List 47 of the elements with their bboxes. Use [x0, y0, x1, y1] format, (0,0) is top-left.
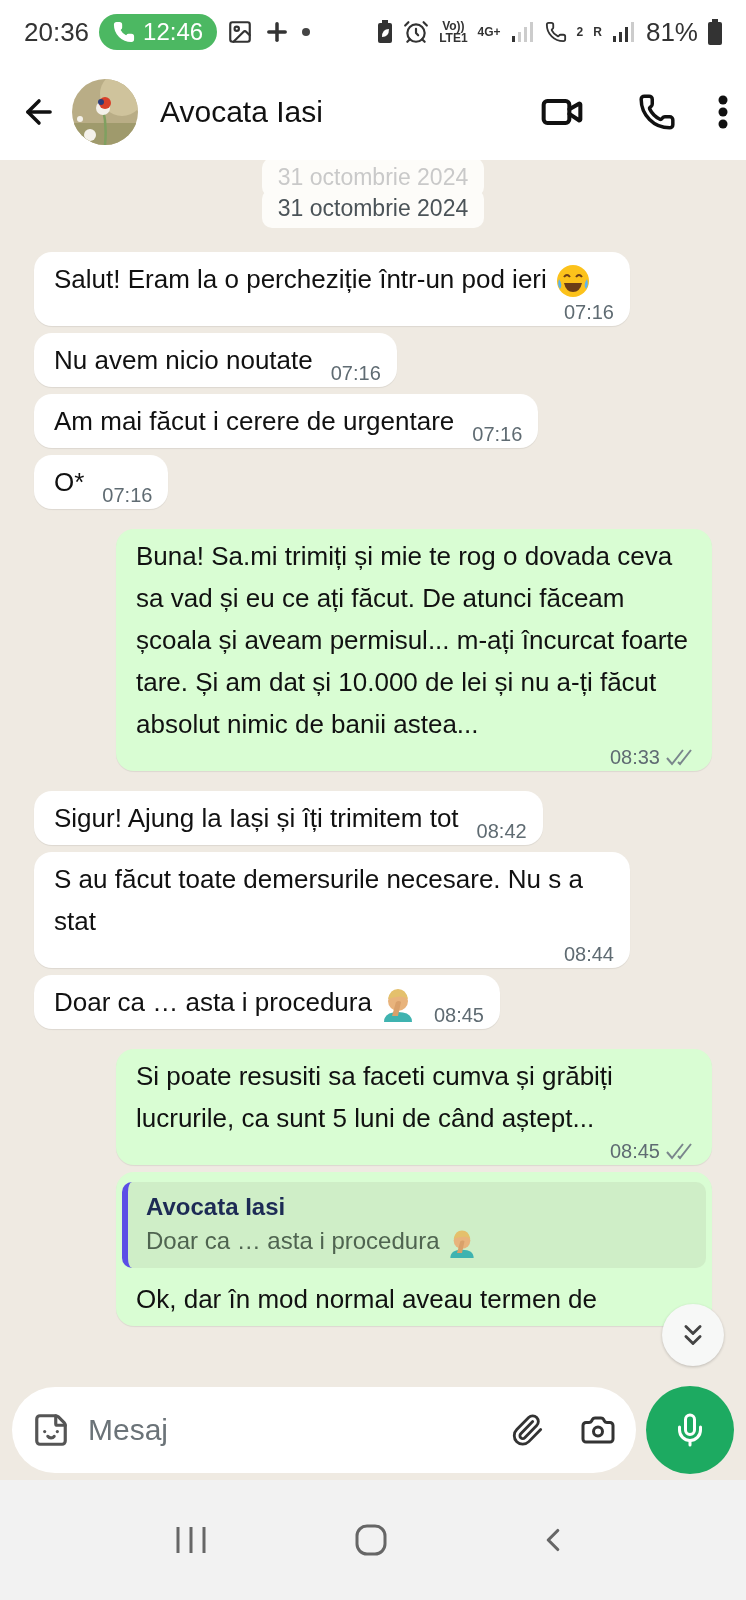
- sticker-icon[interactable]: [32, 1411, 70, 1449]
- message-input[interactable]: Mesaj: [86, 1412, 494, 1448]
- message-text: Nu avem nicio noutate: [54, 344, 313, 377]
- battery-percent: 81%: [645, 16, 698, 48]
- signal-icon: [611, 21, 636, 43]
- message-time: 07:16: [102, 483, 153, 507]
- message-text: Salut! Eram la o percheziție într-un pod ieri: [54, 258, 591, 300]
- message-time: 08:44: [563, 942, 614, 966]
- quote-author: Avocata Iasi: [146, 1192, 287, 1222]
- message-text: Si poate resusiti sa faceti cumva și grăbiți lucrurile, ca sunt 5 luni de când aștept...: [136, 1060, 614, 1135]
- message-text: O*: [54, 466, 85, 499]
- roaming-label: R: [593, 26, 602, 38]
- network-label: 4G+: [477, 26, 501, 38]
- message-time: 08:45: [433, 1003, 484, 1027]
- quote-text: Doar ca … asta i procedura: [146, 1224, 690, 1258]
- message-text: Am mai făcut i cerere de urgentare: [54, 405, 455, 438]
- message-time: 08:33: [609, 745, 660, 769]
- sim-label: 2: [576, 26, 584, 38]
- message-time: 07:16: [330, 361, 381, 385]
- message-time: 08:42: [476, 819, 527, 843]
- clock: 20:36: [24, 16, 90, 48]
- network-label: LTE1: [439, 32, 468, 44]
- home-icon[interactable]: [355, 1524, 387, 1556]
- message-time: 07:16: [563, 300, 614, 324]
- dot-icon: [301, 27, 312, 37]
- scroll-down-button[interactable]: [662, 1304, 724, 1366]
- message-text: S au făcut toate demersurile necesare. Nu s a stat: [54, 863, 584, 938]
- message-text: Doar ca … asta i procedura: [54, 981, 416, 1023]
- message-time: 08:45: [609, 1139, 660, 1163]
- message-text: Ok, dar în mod normal aveau termen de: [136, 1283, 597, 1316]
- message-text: Buna! Sa.mi trimiți și mie te rog o dovada ceva sa vad și eu ce ați făcut. De atunci făceam școala și aveam permisul... m-ați încurcat foarte tare. Și am dat și 10.000 de lei și nu a-ți făcut absolut nimic de banii astea...: [136, 540, 689, 741]
- alarm-icon: [403, 19, 430, 45]
- network-label: Vo)): [442, 20, 465, 32]
- message-text: Sigur! Ajung la Iași și îți trimitem tot: [54, 802, 459, 835]
- menu-icon: [718, 95, 728, 129]
- phone-icon: [113, 21, 136, 43]
- quoted-message[interactable]: Avocata Iasi Doar ca … asta i procedura: [122, 1182, 706, 1268]
- battery-icon: [708, 19, 722, 45]
- attach-icon[interactable]: [510, 1413, 544, 1447]
- message-field[interactable]: Mesaj: [12, 1387, 636, 1473]
- phone-icon: [638, 93, 676, 131]
- contact-name[interactable]: Avocata Iasi: [160, 95, 323, 129]
- battery-saver-icon: [377, 20, 394, 44]
- image-icon: [227, 19, 254, 45]
- signal-icon: [510, 21, 535, 43]
- laughing-emoji-icon: [554, 263, 591, 300]
- message-time: 07:16: [472, 422, 523, 446]
